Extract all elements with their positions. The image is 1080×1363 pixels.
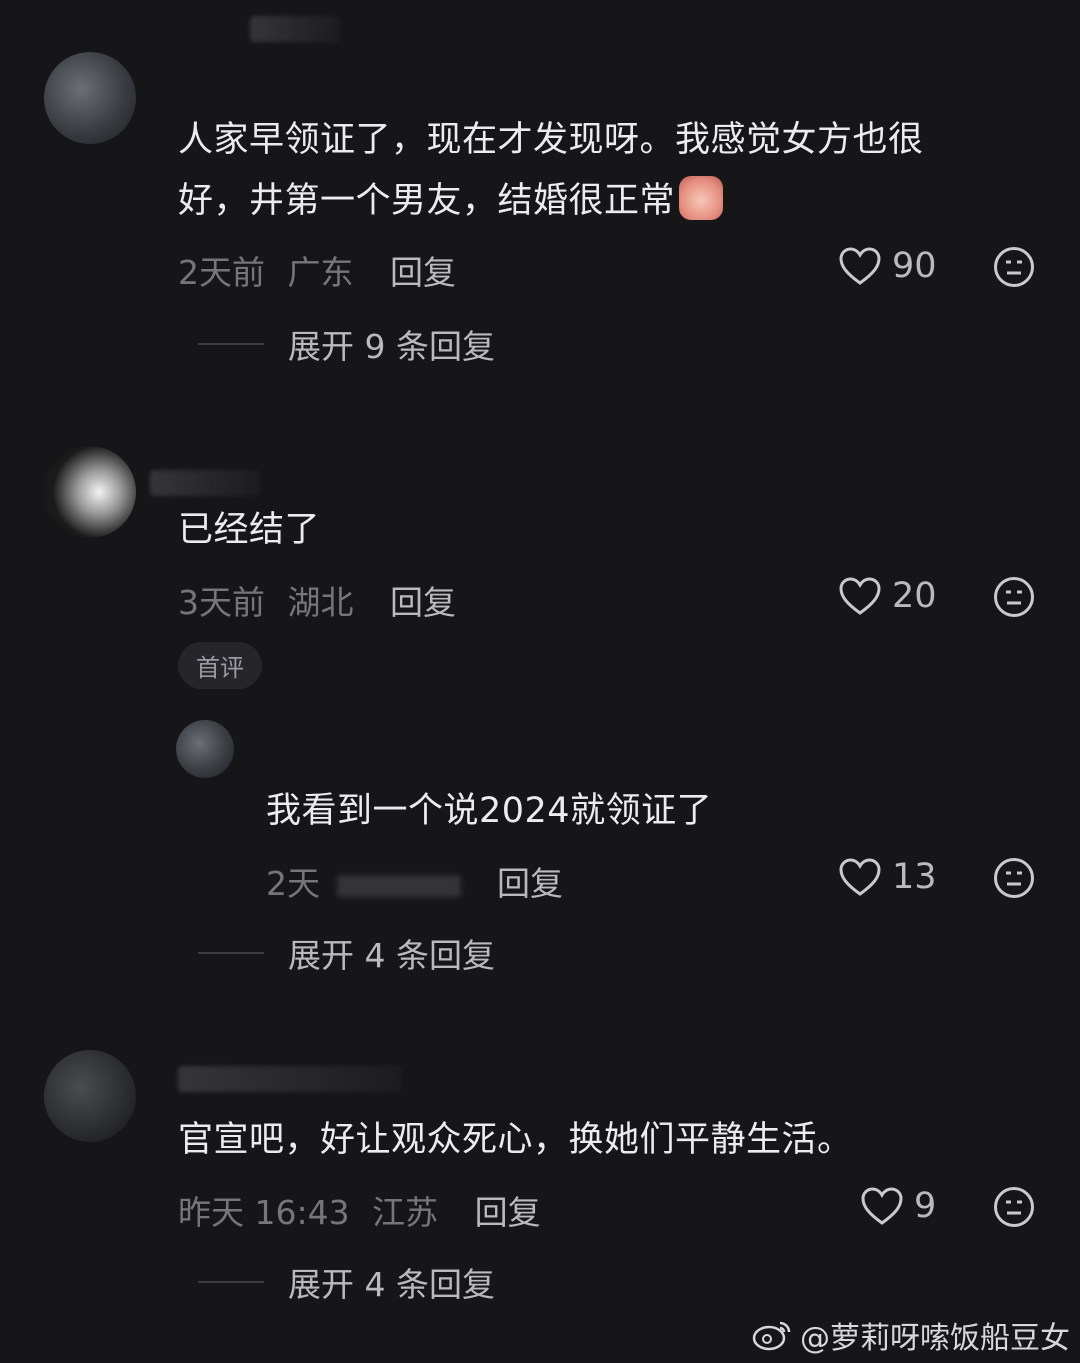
weibo-watermark: @萝莉呀嗦饭船豆女	[752, 1313, 1070, 1357]
username-blurred[interactable]	[178, 1066, 402, 1092]
heart-icon	[839, 577, 881, 615]
reply-text: 我看到一个说2024就领证了	[266, 791, 713, 831]
divider-line	[198, 343, 264, 345]
first-comment-badge: 首评	[178, 642, 262, 689]
reply-button[interactable]: 回复	[475, 1193, 541, 1232]
comment-text: 人家早领证了，现在才发现呀。我感觉女方也很 好，井第一个男友，结婚很正常	[178, 110, 1038, 232]
like-count: 20	[892, 576, 937, 616]
reply-button[interactable]: 回复	[390, 583, 456, 622]
meh-face-icon	[994, 577, 1034, 617]
comment-text: 已经结了	[178, 510, 321, 550]
expand-label: 展开 4 条回复	[288, 1265, 495, 1304]
heart-icon	[839, 247, 881, 285]
expand-replies[interactable]: 展开 9 条回复	[198, 320, 495, 368]
location-blurred	[336, 874, 461, 897]
location: 广东	[287, 253, 354, 292]
timestamp: 2天	[266, 864, 320, 903]
comment-meta: 3天前 湖北 回复	[178, 576, 456, 624]
comment-text-line1: 人家早领证了，现在才发现呀。我感觉女方也很	[178, 120, 924, 160]
comment-meta: 昨天 16:43 江苏 回复	[178, 1186, 541, 1234]
heart-icon	[839, 858, 881, 896]
meh-face-icon	[994, 247, 1034, 287]
timestamp: 2天前	[178, 253, 265, 292]
avatar[interactable]	[44, 1050, 136, 1142]
dislike-button[interactable]	[993, 246, 1035, 288]
comment-text: 官宣吧，好让观众死心，换她们平静生活。	[178, 1120, 853, 1160]
reply-button[interactable]: 回复	[497, 864, 563, 903]
expand-label: 展开 4 条回复	[288, 936, 495, 975]
like-button[interactable]: 20	[838, 576, 937, 616]
comment-meta: 2天前 广东 回复	[178, 246, 456, 294]
like-button[interactable]: 90	[838, 246, 937, 286]
reply-avatar[interactable]	[176, 720, 234, 778]
like-count: 90	[892, 246, 937, 286]
weibo-logo-icon	[752, 1321, 791, 1351]
location: 湖北	[287, 583, 354, 622]
expand-label: 展开 9 条回复	[288, 327, 495, 366]
like-count: 9	[914, 1186, 937, 1226]
like-count: 13	[892, 857, 937, 897]
reply-meta: 2天 回复	[266, 857, 563, 905]
timestamp: 3天前	[178, 583, 265, 622]
divider-line	[198, 1281, 264, 1283]
meh-face-icon	[994, 858, 1034, 898]
crying-face-icon	[679, 176, 724, 220]
username-blurred[interactable]	[150, 470, 260, 496]
like-button[interactable]: 13	[838, 857, 937, 897]
username-blurred[interactable]	[250, 16, 340, 42]
dislike-button[interactable]	[993, 576, 1035, 618]
dislike-button[interactable]	[993, 857, 1035, 899]
meh-face-icon	[994, 1187, 1034, 1227]
divider-line	[198, 952, 264, 954]
location: 江苏	[372, 1193, 439, 1232]
avatar[interactable]	[44, 446, 136, 538]
heart-icon	[861, 1187, 903, 1225]
avatar[interactable]	[44, 52, 136, 144]
timestamp: 昨天 16:43	[178, 1193, 350, 1232]
dislike-button[interactable]	[993, 1186, 1035, 1228]
reply-button[interactable]: 回复	[390, 253, 456, 292]
expand-replies[interactable]: 展开 4 条回复	[198, 1258, 495, 1306]
like-button[interactable]: 9	[860, 1186, 936, 1226]
expand-replies[interactable]: 展开 4 条回复	[198, 929, 495, 977]
comment-text-line2: 好，井第一个男友，结婚很正常	[178, 181, 676, 221]
watermark-text: @萝莉呀嗦饭船豆女	[800, 1321, 1070, 1356]
